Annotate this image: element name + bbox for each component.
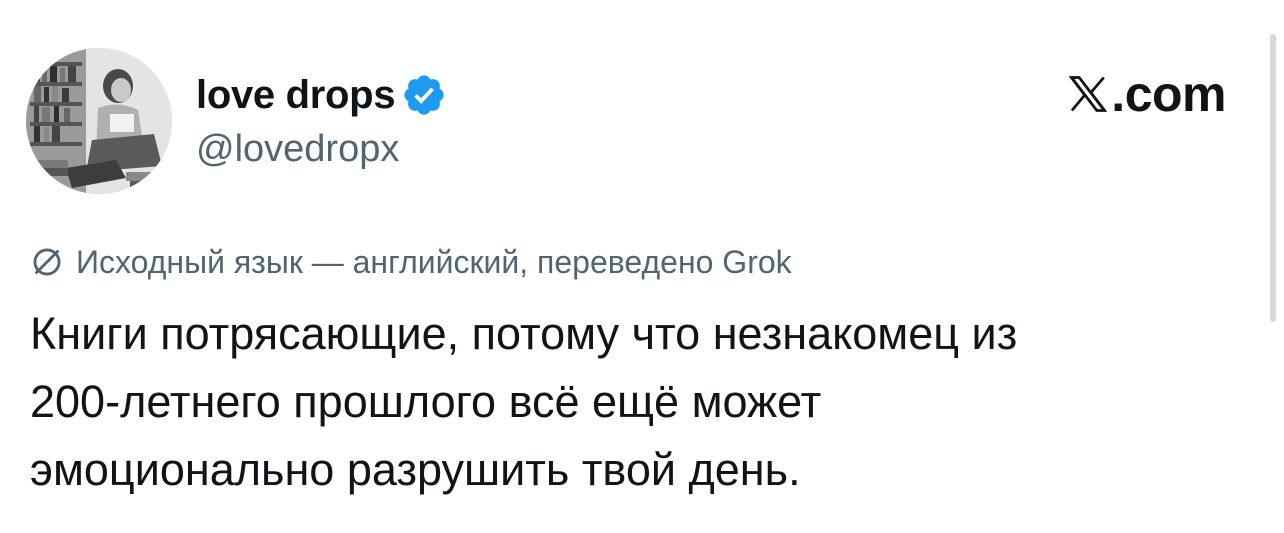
scrollbar[interactable] (1270, 34, 1276, 322)
tweet-text: Книги потрясающие, потому что незнакомец… (30, 300, 1255, 504)
translation-note[interactable]: Исходный язык — английский, переведено G… (30, 238, 792, 286)
display-name[interactable]: love drops (196, 73, 396, 118)
avatar-image (26, 48, 172, 194)
tweet-line: эмоционально разрушить твой день. (30, 444, 801, 495)
translation-label: Исходный язык — английский, переведено G… (76, 243, 792, 280)
author-handle[interactable]: @lovedropx (196, 128, 399, 171)
author-name-row[interactable]: love drops (196, 68, 447, 122)
translate-icon (30, 245, 64, 279)
x-logo-icon (1066, 72, 1110, 116)
brand-logo: .com (1066, 66, 1226, 122)
tweet-line: 200-летнего прошлого всё ещё может (30, 376, 822, 427)
tweet-line: Книги потрясающие, потому что незнакомец… (30, 308, 1018, 359)
brand-domain: .com (1111, 66, 1226, 122)
avatar[interactable] (26, 48, 172, 194)
verified-badge-icon (401, 72, 447, 118)
